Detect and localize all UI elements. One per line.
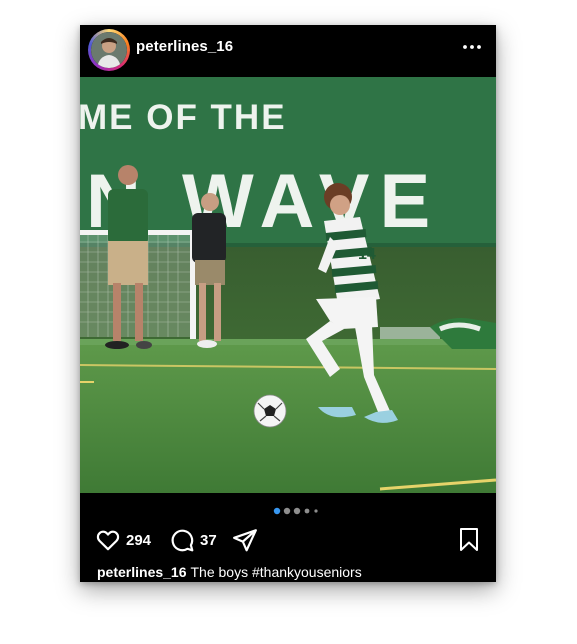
send-icon[interactable] bbox=[232, 527, 258, 553]
caption-text: The boys #thankyouseniors bbox=[190, 564, 362, 580]
carousel-dot-1 bbox=[273, 507, 281, 515]
comment-icon[interactable] bbox=[169, 527, 195, 553]
like-count[interactable]: 294 bbox=[126, 532, 151, 549]
save-button[interactable] bbox=[457, 525, 481, 555]
banner-text-top: ME OF THE bbox=[80, 98, 287, 137]
caption-username[interactable]: peterlines_16 bbox=[97, 564, 187, 580]
action-bar: 294 37 bbox=[80, 525, 496, 555]
post-photo[interactable]: ME OF THE N WAVE 14 bbox=[80, 77, 496, 493]
comment-count[interactable]: 37 bbox=[200, 532, 217, 549]
carousel-dot-5 bbox=[314, 509, 318, 513]
like-button[interactable]: 294 bbox=[95, 525, 151, 555]
bookmark-icon[interactable] bbox=[457, 527, 481, 553]
carousel-dot-3 bbox=[293, 507, 301, 515]
instagram-post-card: peterlines_16 ME OF THE N WAVE 14 294 37… bbox=[80, 25, 496, 582]
soccer-ball bbox=[253, 394, 287, 428]
post-username[interactable]: peterlines_16 bbox=[136, 38, 233, 55]
post-header: peterlines_16 bbox=[80, 25, 496, 77]
jersey-number: 14 bbox=[358, 246, 376, 263]
story-ring[interactable] bbox=[88, 29, 130, 71]
post-caption: peterlines_16 The boys #thankyouseniors bbox=[97, 564, 362, 580]
carousel-dot-4 bbox=[304, 508, 310, 514]
more-options-icon[interactable] bbox=[462, 37, 482, 57]
heart-icon[interactable] bbox=[95, 527, 121, 553]
carousel-indicator bbox=[273, 507, 318, 515]
avatar[interactable] bbox=[91, 32, 127, 68]
carousel-dot-2 bbox=[283, 507, 291, 515]
comment-button[interactable]: 37 bbox=[169, 525, 217, 555]
share-button[interactable] bbox=[232, 525, 258, 555]
